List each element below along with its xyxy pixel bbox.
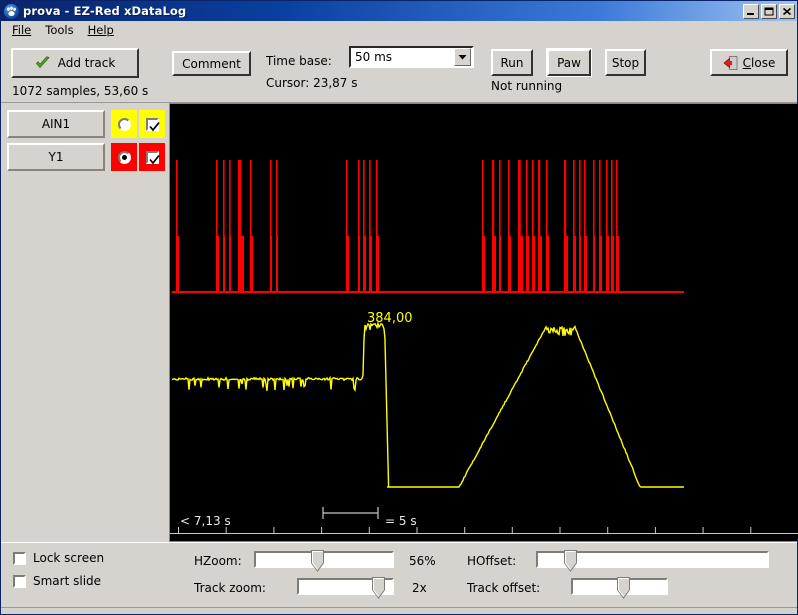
track-visible-cell-ain1	[139, 110, 165, 138]
lock-screen-row[interactable]: Lock screen	[13, 551, 104, 565]
smart-slide-label: Smart slide	[33, 574, 102, 588]
track-visible-y1[interactable]	[145, 150, 160, 164]
maximize-button[interactable]	[761, 3, 777, 19]
menu-item-file[interactable]: File	[5, 22, 38, 38]
add-track-button[interactable]: Add track	[11, 48, 139, 78]
stop-button[interactable]: Stop	[605, 49, 646, 76]
hoffset-slider-thumb[interactable]	[564, 550, 577, 572]
paw-icon	[4, 3, 19, 19]
track-zoom-slider[interactable]	[297, 577, 394, 599]
waveform-canvas[interactable]	[170, 104, 798, 539]
lock-screen-checkbox[interactable]	[13, 551, 26, 565]
toolbar: Add track 1072 samples, 53,60 s Comment …	[1, 40, 797, 103]
track-label-y1: Y1	[48, 150, 64, 164]
title-bar: prova - EZ-Red xDataLog	[1, 1, 797, 21]
pause-label: Paw	[557, 55, 581, 70]
track-label-ain1: AIN1	[41, 117, 71, 131]
menu-bar: File Tools Help	[1, 21, 797, 40]
hzoom-slider[interactable]	[254, 550, 394, 572]
track-color-swatch-ain1	[111, 110, 137, 138]
window-title: prova - EZ-Red xDataLog	[23, 4, 187, 18]
bottom-controls: Lock screen Smart slide HZoom: 56% Track…	[1, 542, 797, 607]
track-row-y1: Y1	[7, 143, 165, 171]
add-track-label: Add track	[57, 56, 116, 70]
track-button-ain1[interactable]: AIN1	[7, 110, 105, 138]
chevron-down-icon[interactable]	[454, 48, 471, 66]
close-button[interactable]	[779, 3, 795, 19]
smart-slide-row[interactable]: Smart slide	[13, 574, 101, 588]
track-offset-slider[interactable]	[571, 577, 668, 599]
window-controls	[743, 3, 795, 19]
samples-info: 1072 samples, 53,60 s	[12, 84, 149, 98]
track-zoom-value: 2x	[412, 581, 427, 595]
hzoom-value: 56%	[409, 554, 436, 568]
track-visible-ain1[interactable]	[145, 117, 160, 131]
hzoom-label: HZoom:	[194, 554, 242, 568]
track-offset-slider-thumb[interactable]	[617, 577, 630, 599]
hoffset-label: HOffset:	[467, 554, 517, 568]
app-window: prova - EZ-Red xDataLog File Tools Help	[0, 0, 798, 615]
smart-slide-checkbox[interactable]	[13, 574, 26, 588]
track-button-y1[interactable]: Y1	[7, 143, 105, 171]
scale-bar-label: = 5 s	[385, 514, 417, 528]
plot-background	[170, 104, 798, 539]
time-base-select[interactable]: 50 ms	[349, 46, 474, 68]
track-radio-ain1[interactable]	[117, 117, 131, 131]
time-base-value: 50 ms	[355, 50, 393, 64]
track-zoom-label: Track zoom:	[194, 581, 266, 595]
menu-file-label: File	[12, 23, 32, 37]
run-status: Not running	[491, 79, 563, 93]
track-zoom-slider-thumb[interactable]	[372, 577, 385, 599]
track-offset-label: Track offset:	[467, 581, 541, 595]
menu-item-help[interactable]: Help	[81, 22, 121, 38]
menu-help-label: Help	[87, 23, 114, 37]
value-annotation: 384,00	[367, 311, 413, 326]
plot-area[interactable]: < 7,13 s = 5 s 384,00	[170, 103, 798, 542]
menu-item-tools[interactable]: Tools	[38, 22, 80, 38]
exit-arrow-icon	[723, 55, 738, 70]
hoffset-slider[interactable]	[536, 550, 769, 572]
left-time-label: < 7,13 s	[180, 514, 231, 528]
radio-dot	[121, 154, 127, 160]
comment-label: Comment	[182, 56, 241, 71]
minimize-button[interactable]	[743, 3, 759, 19]
stop-label: Stop	[611, 55, 640, 70]
run-label: Run	[500, 55, 524, 70]
green-check-icon	[35, 56, 50, 68]
close-app-label: Close	[742, 55, 776, 70]
track-radio-y1[interactable]	[117, 150, 131, 164]
track-row-ain1: AIN1	[7, 110, 165, 138]
menu-tools-label: Tools	[45, 23, 74, 37]
hzoom-slider-thumb[interactable]	[311, 550, 324, 572]
run-button[interactable]: Run	[491, 49, 533, 76]
lock-screen-label: Lock screen	[33, 551, 105, 565]
status-bar	[1, 607, 797, 614]
pause-button[interactable]: Paw	[546, 48, 592, 77]
track-color-swatch-y1	[111, 143, 137, 171]
track-panel: AIN1 Y1	[1, 103, 170, 542]
track-visible-cell-y1	[139, 143, 165, 171]
comment-button[interactable]: Comment	[172, 51, 251, 76]
main-area: AIN1 Y1 < 7,13 s = 5 s 384,00	[1, 103, 798, 542]
close-app-button[interactable]: Close	[710, 49, 788, 76]
time-base-label: Time base:	[266, 54, 332, 68]
cursor-info: Cursor: 23,87 s	[266, 76, 358, 90]
